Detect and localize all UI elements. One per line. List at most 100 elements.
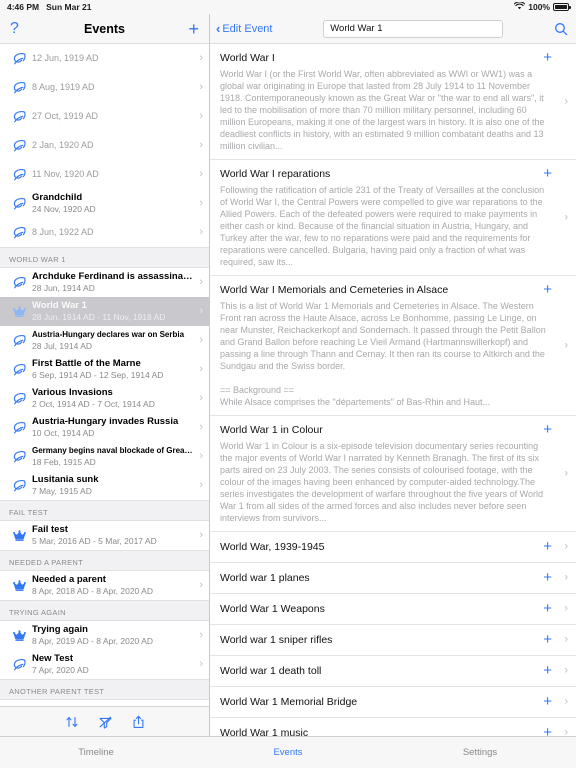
event-item-title: New Test xyxy=(32,653,74,664)
search-result-item[interactable]: World war 1 death toll + › xyxy=(210,656,576,687)
event-item-date: 6 Sep, 1914 AD - 12 Sep, 1914 AD xyxy=(32,370,164,380)
event-list-item[interactable]: Grandchild 24 Nov, 1920 AD › xyxy=(0,189,209,218)
event-list-item[interactable]: Trying again 8 Apr, 2019 AD - 8 Apr, 2020… xyxy=(0,621,209,650)
search-result-item[interactable]: World War 1 music + › xyxy=(210,718,576,736)
event-list-item[interactable]: World War 1 28 Jun, 1914 AD - 11 Nov, 191… xyxy=(0,297,209,326)
add-result-button[interactable]: + xyxy=(543,282,552,297)
event-item-text: Archduke Ferdinand is assassinated 28 Jun… xyxy=(30,271,193,294)
event-item-date: 18 Feb, 1915 AD xyxy=(32,457,96,467)
sidebar: ? Events + 12 Jun, 1919 AD › 8 Aug, 1919 A… xyxy=(0,14,210,736)
add-result-button[interactable]: + xyxy=(543,725,552,736)
event-list-item[interactable]: 11 Nov, 1920 AD › xyxy=(0,160,209,189)
add-result-button[interactable]: + xyxy=(543,166,552,181)
chevron-right-icon: › xyxy=(199,305,203,317)
event-list-item[interactable]: New Test 7 Apr, 2020 AD › xyxy=(0,650,209,679)
chevron-right-icon: › xyxy=(199,197,203,209)
chevron-right-icon: › xyxy=(564,726,568,736)
tab-events[interactable]: Events xyxy=(192,747,384,758)
event-item-text: 27 Oct, 1919 AD xyxy=(30,111,193,122)
chevron-right-icon: › xyxy=(564,339,568,351)
event-list-item[interactable]: Lusitania sunk 7 May, 1915 AD › xyxy=(0,471,209,500)
chevron-right-icon: › xyxy=(564,695,568,708)
chevron-right-icon: › xyxy=(564,211,568,223)
search-input[interactable]: World War 1 xyxy=(323,19,504,38)
result-title: World War 1 Weapons xyxy=(220,603,325,615)
event-list-item[interactable]: Austria-Hungary invades Russia 10 Oct, 19… xyxy=(0,413,209,442)
back-button[interactable]: ‹ Edit Event xyxy=(216,22,272,35)
filter-slash-icon[interactable] xyxy=(98,715,113,729)
share-icon[interactable] xyxy=(132,715,145,729)
leaf-icon xyxy=(8,110,30,124)
crown-icon xyxy=(8,629,30,643)
event-list-item[interactable]: Some child› xyxy=(0,700,209,706)
event-item-text: Grandchild 24 Nov, 1920 AD xyxy=(30,192,193,215)
event-item-date: 7 May, 1915 AD xyxy=(32,486,92,496)
chevron-right-icon: › xyxy=(199,334,203,346)
events-list[interactable]: 12 Jun, 1919 AD › 8 Aug, 1919 AD › 27 Oct, 1… xyxy=(0,44,209,706)
event-list-item[interactable]: 8 Jun, 1922 AD › xyxy=(0,218,209,247)
event-item-date: 2 Jan, 1920 AD xyxy=(32,140,94,150)
event-item-date: 2 Oct, 1914 AD - 7 Oct, 1914 AD xyxy=(32,399,155,409)
event-list-item[interactable]: 2 Jan, 1920 AD › xyxy=(0,131,209,160)
search-result-item[interactable]: World War 1 in Colour + World War 1 in Col… xyxy=(210,416,576,532)
chevron-right-icon: › xyxy=(564,571,568,584)
add-result-button[interactable]: + xyxy=(543,663,552,678)
chevron-right-icon: › xyxy=(564,664,568,677)
add-result-button[interactable]: + xyxy=(543,694,552,709)
sidebar-section-header: WORLD WAR 1 xyxy=(0,247,209,268)
event-list-item[interactable]: Germany begins naval blockade of Great B… xyxy=(0,442,209,471)
event-item-text: Various Invasions 2 Oct, 1914 AD - 7 Oct,… xyxy=(30,387,193,410)
tab-settings[interactable]: Settings xyxy=(384,747,576,758)
result-header: World War, 1939-1945 + xyxy=(220,539,552,554)
event-item-title: Needed a parent xyxy=(32,574,106,585)
tab-timeline[interactable]: Timeline xyxy=(0,747,192,758)
result-title: World War 1 in Colour xyxy=(220,424,323,436)
event-list-item[interactable]: First Battle of the Marne 6 Sep, 1914 AD … xyxy=(0,355,209,384)
event-item-date: 8 Aug, 1919 AD xyxy=(32,82,95,92)
result-title: World War, 1939-1945 xyxy=(220,541,325,553)
search-result-item[interactable]: World War 1 Memorial Bridge + › xyxy=(210,687,576,718)
magnifier-icon[interactable] xyxy=(554,22,568,36)
event-list-item[interactable]: Fail test 5 Mar, 2016 AD - 5 Mar, 2017 AD… xyxy=(0,521,209,550)
search-result-item[interactable]: World war 1 sniper rifles + › xyxy=(210,625,576,656)
result-title: World War I xyxy=(220,52,275,64)
add-result-button[interactable]: + xyxy=(543,570,552,585)
event-item-text: 8 Aug, 1919 AD xyxy=(30,82,193,93)
chevron-right-icon: › xyxy=(199,658,203,670)
sort-arrows-icon[interactable] xyxy=(65,715,79,729)
search-result-item[interactable]: World War, 1939-1945 + › xyxy=(210,532,576,563)
add-result-button[interactable]: + xyxy=(543,50,552,65)
add-result-button[interactable]: + xyxy=(543,601,552,616)
add-result-button[interactable]: + xyxy=(543,422,552,437)
battery-icon xyxy=(553,3,571,11)
result-title: World War I Memorials and Cemeteries in … xyxy=(220,284,449,296)
event-list-item[interactable]: 12 Jun, 1919 AD › xyxy=(0,44,209,73)
add-result-button[interactable]: + xyxy=(543,539,552,554)
event-list-item[interactable]: Austria-Hungary declares war on Serbia 28… xyxy=(0,326,209,355)
event-item-text: 2 Jan, 1920 AD xyxy=(30,140,193,151)
search-result-item[interactable]: World War 1 Weapons + › xyxy=(210,594,576,625)
event-item-date: 27 Oct, 1919 AD xyxy=(32,111,99,121)
add-result-button[interactable]: + xyxy=(543,632,552,647)
event-list-item[interactable]: Archduke Ferdinand is assassinated 28 Jun… xyxy=(0,268,209,297)
event-list-item[interactable]: 27 Oct, 1919 AD › xyxy=(0,102,209,131)
chevron-right-icon: › xyxy=(199,276,203,288)
add-event-button[interactable]: + xyxy=(188,20,199,38)
result-title: World war 1 planes xyxy=(220,572,310,584)
result-header: World war 1 planes + xyxy=(220,570,552,585)
leaf-icon xyxy=(8,658,30,672)
event-item-text: First Battle of the Marne 6 Sep, 1914 AD … xyxy=(30,358,193,381)
search-result-item[interactable]: World War I + World War I (or the First Wo… xyxy=(210,44,576,160)
event-item-text: Lusitania sunk 7 May, 1915 AD xyxy=(30,474,193,497)
event-item-date: 10 Oct, 1914 AD xyxy=(32,428,95,438)
search-result-item[interactable]: World war 1 planes + › xyxy=(210,563,576,594)
chevron-right-icon: › xyxy=(199,226,203,238)
search-result-item[interactable]: World War I Memorials and Cemeteries in … xyxy=(210,276,576,416)
event-list-item[interactable]: 8 Aug, 1919 AD › xyxy=(0,73,209,102)
search-result-item[interactable]: World War I reparations + Following the ra… xyxy=(210,160,576,276)
search-results-list[interactable]: World War I + World War I (or the First Wo… xyxy=(210,44,576,736)
sidebar-section-header: NEEDED A PARENT xyxy=(0,550,209,571)
event-list-item[interactable]: Needed a parent 8 Apr, 2018 AD - 8 Apr, 2… xyxy=(0,571,209,600)
event-list-item[interactable]: Various Invasions 2 Oct, 1914 AD - 7 Oct,… xyxy=(0,384,209,413)
result-header: World war 1 death toll + xyxy=(220,663,552,678)
